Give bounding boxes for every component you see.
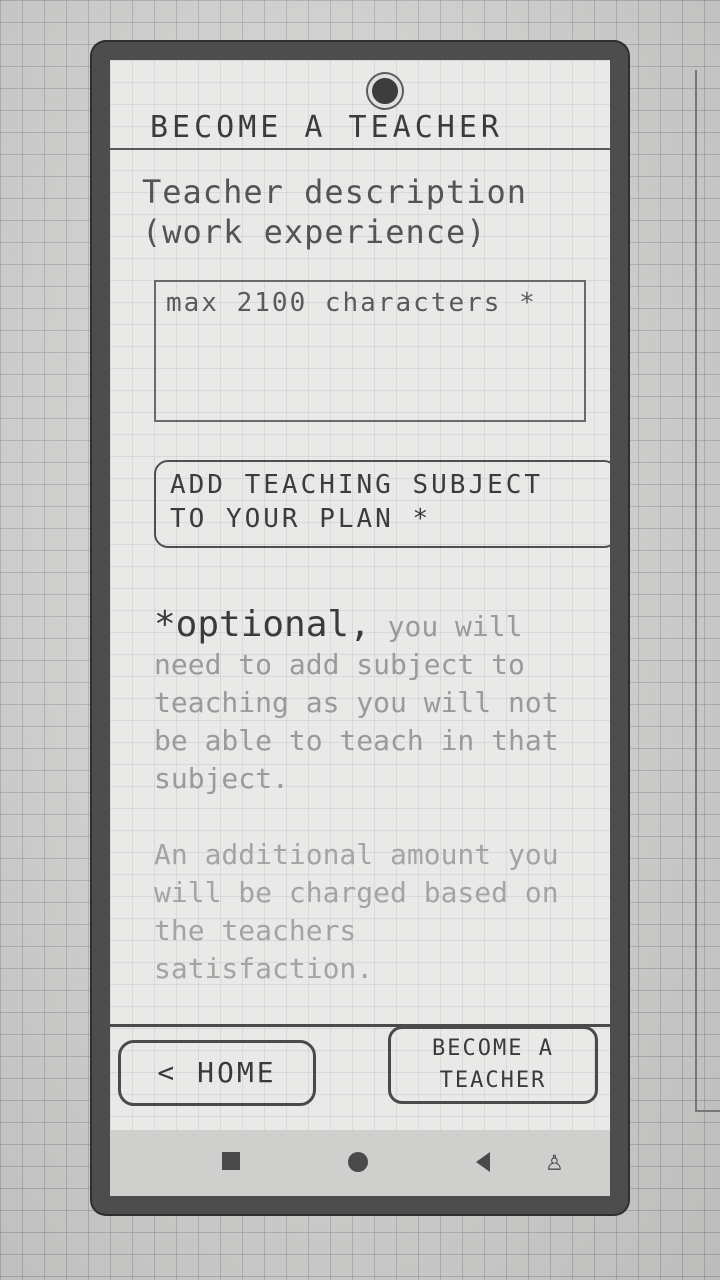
app-header: BECOME A TEACHER: [110, 102, 610, 150]
phone-screen: BECOME A TEACHER Teacher description (wo…: [110, 60, 610, 1196]
become-teacher-button[interactable]: BECOME A TEACHER: [388, 1026, 598, 1104]
recents-square-icon[interactable]: [222, 1152, 240, 1170]
page-title: BECOME A TEACHER: [150, 110, 503, 145]
optional-marker: *optional,: [154, 604, 371, 645]
description-textarea[interactable]: max 2100 characters *: [154, 280, 586, 422]
description-label: Teacher description (work experience): [142, 173, 528, 251]
optional-note: *optional, you will need to add subject …: [154, 606, 574, 798]
additional-charge-note: An additional amount you will be charged…: [154, 838, 559, 985]
back-triangle-icon[interactable]: [476, 1152, 490, 1172]
accessibility-person-icon[interactable]: ♙: [546, 1146, 563, 1176]
home-circle-icon[interactable]: [348, 1152, 368, 1172]
home-button[interactable]: < HOME: [118, 1040, 316, 1106]
phone-frame: BECOME A TEACHER Teacher description (wo…: [92, 42, 628, 1214]
system-nav-bar: ♙: [110, 1130, 610, 1196]
description-placeholder: max 2100 characters *: [166, 288, 537, 318]
adjacent-sketch-frame: [695, 70, 720, 1112]
add-teaching-subject-button[interactable]: ADD TEACHING SUBJECT TO YOUR PLAN *: [154, 460, 610, 548]
